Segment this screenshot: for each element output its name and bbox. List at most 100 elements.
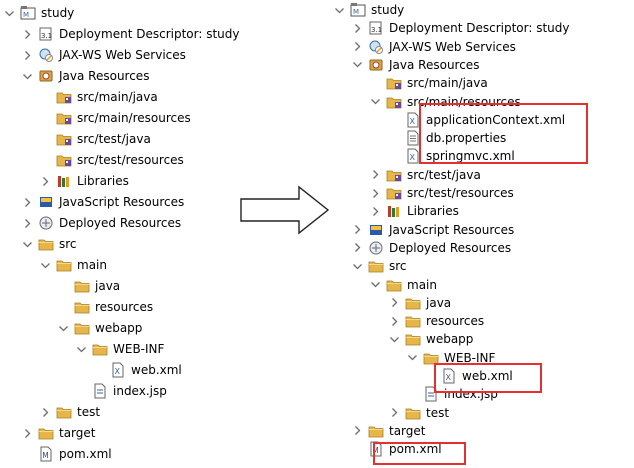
tree-item[interactable]: Xspringmvc.xml — [389, 146, 515, 166]
chevron-down-icon[interactable] — [352, 261, 363, 272]
chevron-right-icon[interactable] — [22, 29, 33, 40]
folder-icon — [74, 320, 90, 336]
tree-item[interactable]: JAX-WS Web Services — [22, 45, 186, 65]
tree-item[interactable]: JavaScript Resources — [352, 220, 514, 240]
tree-item[interactable]: target — [352, 421, 426, 441]
tree-item[interactable]: java — [389, 293, 451, 313]
tree-item[interactable]: JavaScript Resources — [22, 192, 184, 212]
tree-item[interactable]: Libraries — [370, 201, 459, 221]
tree-item-label: src/test/java — [407, 167, 481, 182]
tree-item-label: src/test/java — [77, 132, 151, 146]
chevron-down-icon[interactable] — [370, 96, 381, 107]
tree-item[interactable]: Mpom.xml — [22, 444, 112, 464]
tree-item-label: Deployment Descriptor: study — [389, 21, 570, 36]
tree-item[interactable]: target — [22, 423, 96, 443]
tree-item-label: src/test/resources — [407, 186, 514, 200]
chevron-down-icon[interactable] — [407, 352, 418, 363]
chevron-right-icon[interactable] — [40, 407, 51, 418]
chevron-right-icon[interactable] — [370, 188, 381, 199]
folder-icon — [368, 258, 384, 274]
tree-item[interactable]: Java Resources — [352, 55, 479, 75]
tree-item[interactable]: main — [370, 275, 437, 295]
chevron-right-icon[interactable] — [22, 218, 33, 229]
tree-item[interactable]: src/test/resources — [40, 150, 184, 170]
tree-item[interactable]: webapp — [389, 329, 473, 349]
tree-item[interactable]: webapp — [58, 318, 142, 338]
chevron-right-icon[interactable] — [40, 176, 51, 187]
tree-item[interactable]: Xweb.xml — [425, 366, 513, 386]
chevron-right-icon[interactable] — [370, 206, 381, 217]
tree-item[interactable]: main — [40, 255, 107, 275]
tree-item-label: src/main/resources — [77, 111, 191, 125]
svg-text:3.1: 3.1 — [371, 26, 382, 34]
tree-item-label: Deployed Resources — [389, 240, 512, 255]
tree-item[interactable]: XapplicationContext.xml — [389, 110, 565, 130]
tree-item-label: test — [426, 405, 450, 420]
chevron-right-icon[interactable] — [352, 242, 363, 253]
project-icon: M — [20, 5, 36, 21]
tree-item[interactable]: java — [58, 276, 120, 296]
chevron-right-icon[interactable] — [352, 425, 363, 436]
tree-item[interactable]: Deployed Resources — [352, 238, 511, 258]
tree-item-label: test — [77, 405, 101, 419]
chevron-right-icon[interactable] — [22, 197, 33, 208]
chevron-right-icon[interactable] — [389, 407, 400, 418]
tree-item[interactable]: Mstudy — [334, 0, 404, 20]
jsp-file-icon — [423, 386, 439, 402]
tree-item[interactable]: src/main/resources — [40, 108, 191, 128]
chevron-right-icon[interactable] — [352, 23, 363, 34]
chevron-down-icon[interactable] — [76, 344, 87, 355]
tree-item[interactable]: resources — [58, 297, 153, 317]
chevron-down-icon[interactable] — [22, 239, 33, 250]
tree-item[interactable]: Mstudy — [4, 3, 74, 23]
chevron-right-icon[interactable] — [22, 428, 33, 439]
chevron-right-icon[interactable] — [352, 41, 363, 52]
chevron-right-icon[interactable] — [22, 50, 33, 61]
chevron-down-icon[interactable] — [22, 71, 33, 82]
tree-item[interactable]: Java Resources — [22, 66, 149, 86]
tree-item[interactable]: 3.1 Deployment Descriptor: study — [22, 24, 239, 44]
tree-item[interactable]: test — [389, 403, 449, 423]
tree-item[interactable]: src — [352, 256, 407, 276]
tree-item[interactable]: Libraries — [40, 171, 129, 191]
chevron-right-icon[interactable] — [389, 297, 400, 308]
jsp-file-icon — [92, 383, 108, 399]
chevron-down-icon[interactable] — [352, 59, 363, 70]
chevron-right-icon[interactable] — [370, 169, 381, 180]
tree-item-label: Libraries — [407, 204, 459, 219]
chevron-down-icon[interactable] — [389, 334, 400, 345]
chevron-down-icon[interactable] — [370, 279, 381, 290]
tree-item[interactable]: Deployed Resources — [22, 213, 181, 233]
tree-item[interactable]: resources — [389, 311, 484, 331]
tree-item[interactable]: db.properties — [389, 128, 506, 148]
tree-item[interactable]: Mpom.xml — [352, 439, 442, 459]
tree-item[interactable]: test — [40, 402, 100, 422]
tree-item-label: index.jsp — [444, 387, 498, 402]
tree-item-label: Deployment Descriptor: study — [59, 27, 240, 41]
chevron-down-icon[interactable] — [40, 260, 51, 271]
tree-item[interactable]: JAX-WS Web Services — [352, 37, 516, 57]
chevron-down-icon[interactable] — [4, 8, 15, 19]
tree-item[interactable]: src — [22, 234, 77, 254]
tree-item[interactable]: src/test/resources — [370, 183, 514, 203]
tree-item[interactable]: src/main/java — [370, 73, 488, 93]
tree-item[interactable]: index.jsp — [76, 381, 167, 401]
tree-item[interactable]: Xweb.xml — [94, 360, 182, 380]
tree-item[interactable]: index.jsp — [407, 384, 498, 404]
tree-item-label: db.properties — [426, 131, 507, 146]
tree-item[interactable]: src/main/java — [40, 87, 158, 107]
tree-item[interactable]: WEB-INF — [76, 339, 164, 359]
chevron-right-icon[interactable] — [352, 224, 363, 235]
svg-text:X: X — [115, 367, 121, 376]
tree-item[interactable]: 3.1 Deployment Descriptor: study — [352, 18, 569, 38]
tree-item[interactable]: src/test/java — [370, 165, 481, 185]
tree-item[interactable]: src/main/resources — [370, 92, 521, 112]
chevron-down-icon[interactable] — [58, 323, 69, 334]
folder-icon — [368, 423, 384, 439]
chevron-down-icon[interactable] — [334, 5, 345, 16]
chevron-right-icon[interactable] — [389, 316, 400, 327]
tree-item[interactable]: WEB-INF — [407, 348, 495, 368]
tree-item[interactable]: src/test/java — [40, 129, 151, 149]
